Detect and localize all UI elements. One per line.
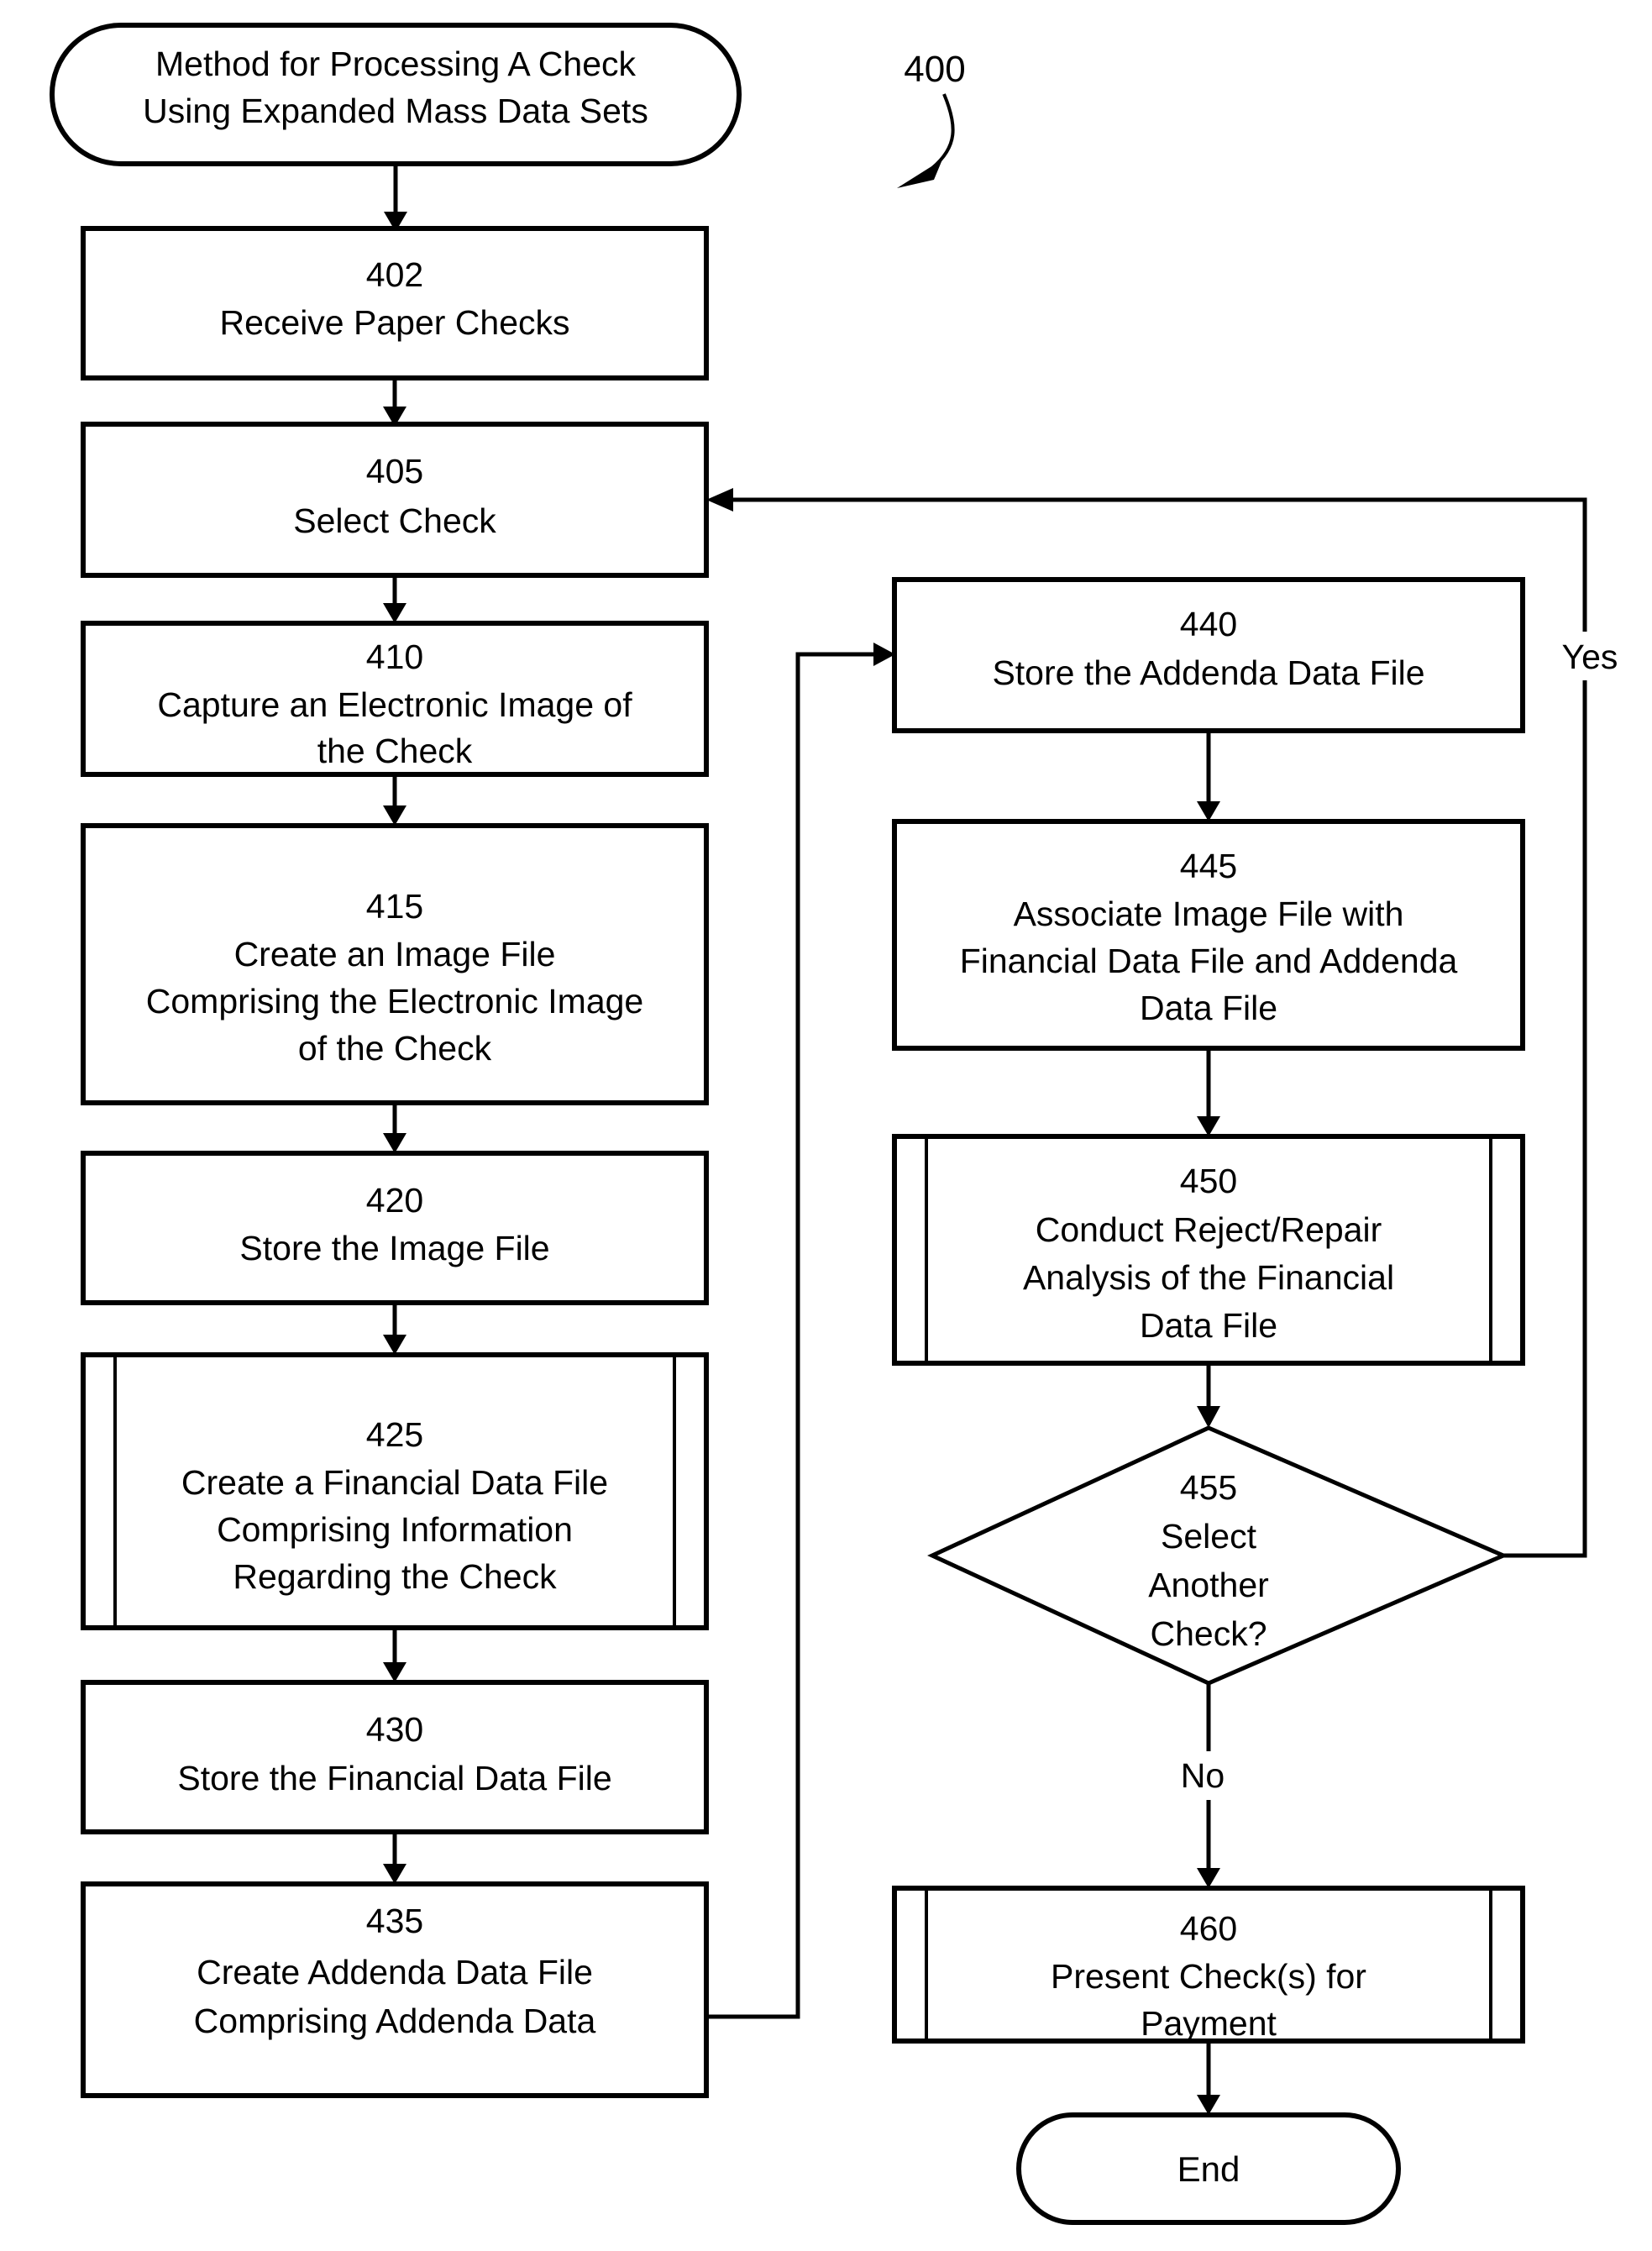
node-455: 455 Select Another Check? [927,1425,1509,1686]
node-435-line2: Comprising Addenda Data [194,2002,596,2040]
node-440-line1: Store the Addenda Data File [992,653,1424,692]
figure-reference-callout: 400 [897,49,966,188]
node-445: 445 Associate Image File with Financial … [892,819,1525,1051]
node-450-line3: Data File [1140,1306,1277,1345]
node-445-line2: Financial Data File and Addenda [960,942,1458,980]
node-430-line1: Store the Financial Data File [177,1759,611,1797]
node-450-number: 450 [1180,1162,1237,1200]
node-460-line1: Present Check(s) for [1051,1957,1366,1996]
node-425-number: 425 [366,1415,423,1454]
edge-410-to-415 [383,774,406,826]
edge-445-to-450 [1197,1048,1220,1136]
figure-reference-leader-line [931,93,955,170]
node-430-shape [81,1680,709,1834]
edge-label-yes-text: Yes [1562,638,1618,676]
edge-455-to-460-no: No [1172,1683,1249,1888]
node-445-line3: Data File [1140,989,1277,1027]
patent-flowchart-figure: Method for Processing A Check Using Expa… [0,0,1652,2251]
node-435: 435 Create Addenda Data File Comprising … [81,1881,709,2098]
node-410-line2: the Check [317,732,473,770]
node-415: 415 Create an Image File Comprising the … [81,823,709,1105]
node-402-number: 402 [366,255,423,294]
node-455-line1: Select [1161,1517,1257,1556]
node-435-number: 435 [366,1902,423,1940]
node-420: 420 Store the Image File [81,1151,709,1305]
node-445-number: 445 [1180,847,1237,885]
node-460-number: 460 [1180,1909,1237,1948]
node-460-line2: Payment [1141,2004,1277,2043]
node-402-line1: Receive Paper Checks [219,303,569,342]
node-425-line2: Comprising Information [217,1510,573,1549]
node-415-line1: Create an Image File [234,935,556,973]
figure-reference-number: 400 [904,49,965,90]
edge-430-to-435 [383,1832,406,1884]
edge-425-to-430 [383,1628,406,1682]
node-end-terminator: End [1016,2112,1401,2225]
node-425: 425 Create a Financial Data File Compris… [81,1352,709,1630]
node-410-number: 410 [366,638,423,676]
edge-460-to-end [1197,2041,1220,2115]
node-430: 430 Store the Financial Data File [81,1680,709,1834]
node-440-number: 440 [1180,605,1237,643]
node-440: 440 Store the Addenda Data File [892,577,1525,733]
node-415-number: 415 [366,887,423,926]
node-435-line1: Create Addenda Data File [197,1953,593,1991]
node-405-line1: Select Check [293,501,496,540]
edge-435-to-440 [706,643,895,2019]
node-410-line1: Capture an Electronic Image of [157,685,632,724]
edge-450-to-455 [1197,1363,1220,1428]
edge-415-to-420 [383,1103,406,1153]
node-425-line1: Create a Financial Data File [181,1463,608,1502]
start-terminator-line1: Method for Processing A Check [155,45,637,83]
node-420-line1: Store the Image File [239,1229,549,1267]
node-425-line3: Regarding the Check [233,1557,557,1596]
node-450-line2: Analysis of the Financial [1023,1258,1394,1297]
node-450: 450 Conduct Reject/Repair Analysis of th… [892,1134,1525,1366]
node-start-terminator: Method for Processing A Check Using Expa… [50,23,742,166]
node-455-number: 455 [1180,1468,1237,1507]
node-405-number: 405 [366,452,423,491]
node-405-shape [81,422,709,578]
node-460: 460 Present Check(s) for Payment [892,1886,1525,2044]
node-410: 410 Capture an Electronic Image of the C… [81,621,709,777]
node-455-line3: Check? [1150,1614,1267,1653]
edge-420-to-425 [383,1303,406,1355]
flowchart-canvas: Method for Processing A Check Using Expa… [50,23,1630,2225]
start-terminator-line2: Using Expanded Mass Data Sets [143,92,648,130]
node-415-line2: Comprising the Electronic Image [146,982,643,1021]
figure-reference-arrowhead [897,160,942,188]
node-455-line2: Another [1148,1566,1269,1604]
node-405: 405 Select Check [81,422,709,578]
node-430-number: 430 [366,1710,423,1749]
node-420-number: 420 [366,1181,423,1220]
end-terminator-label: End [1177,2149,1240,2189]
node-445-line1: Associate Image File with [1014,895,1404,933]
node-450-line1: Conduct Reject/Repair [1036,1210,1382,1249]
edge-440-to-445 [1197,731,1220,821]
edge-label-no: No [1181,1756,1225,1795]
node-402: 402 Receive Paper Checks [81,226,709,380]
node-420-shape [81,1151,709,1305]
edge-start-to-402 [384,164,407,232]
node-415-line3: of the Check [298,1029,492,1068]
edge-405-to-410 [383,575,406,623]
edge-402-to-405 [383,378,406,427]
